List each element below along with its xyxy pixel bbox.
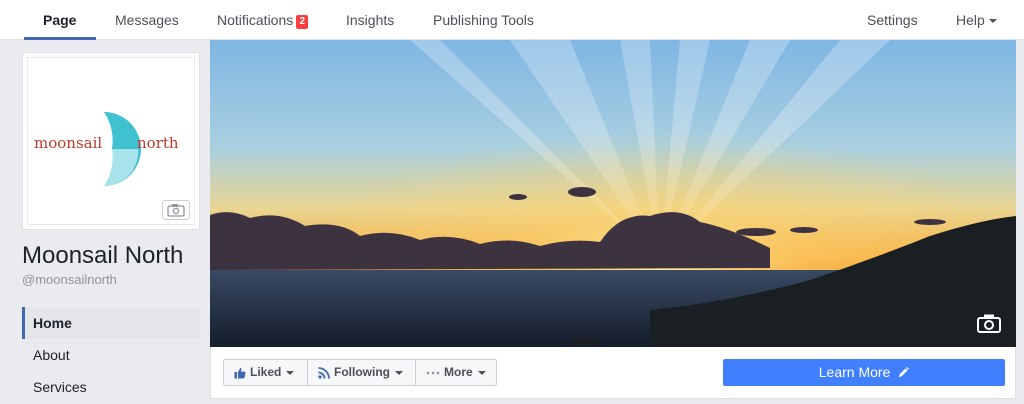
following-button[interactable]: Following xyxy=(308,360,416,385)
tab-page-label: Page xyxy=(43,12,77,28)
top-navigation: Page Messages Notifications 2 Insights Pu… xyxy=(0,0,1024,40)
liked-label: Liked xyxy=(250,365,282,379)
tab-insights-label: Insights xyxy=(346,12,395,28)
more-label: More xyxy=(444,365,473,379)
learn-more-button[interactable]: Learn More xyxy=(723,359,1005,386)
tab-publishing-tools[interactable]: Publishing Tools xyxy=(433,0,534,40)
sidebar-item-services[interactable]: Services xyxy=(22,371,200,403)
tab-notifications-label: Notifications xyxy=(217,12,294,28)
tab-messages[interactable]: Messages xyxy=(115,0,179,40)
camera-icon[interactable] xyxy=(162,200,190,220)
help-label: Help xyxy=(956,12,985,28)
learn-more-label: Learn More xyxy=(818,364,891,380)
sunset-cover-image xyxy=(210,40,1016,347)
pencil-icon[interactable] xyxy=(898,367,910,378)
tab-publishing-tools-label: Publishing Tools xyxy=(433,12,534,28)
ellipsis-icon xyxy=(426,371,440,374)
chevron-down-icon xyxy=(988,19,997,23)
logo-text-right: north xyxy=(137,134,179,152)
tab-notifications[interactable]: Notifications 2 xyxy=(217,0,309,40)
thumbs-up-icon xyxy=(234,367,246,378)
settings-label: Settings xyxy=(867,12,918,28)
rss-feed-icon xyxy=(318,366,330,379)
settings-link[interactable]: Settings xyxy=(867,0,918,40)
tab-page[interactable]: Page xyxy=(43,0,76,40)
sidebar-item-about[interactable]: About xyxy=(22,339,200,371)
logo-text-left: moonsail xyxy=(34,134,102,152)
sidebar-item-home[interactable]: Home xyxy=(22,307,200,339)
chevron-down-icon xyxy=(395,370,403,375)
notification-count-badge: 2 xyxy=(296,15,309,29)
page-sidebar: Home About Services xyxy=(22,307,200,403)
more-button[interactable]: More xyxy=(416,360,496,385)
tab-insights[interactable]: Insights xyxy=(346,0,394,40)
following-label: Following xyxy=(334,365,390,379)
cover-camera-icon[interactable] xyxy=(976,313,1002,333)
tab-messages-label: Messages xyxy=(115,12,179,28)
chevron-down-icon xyxy=(286,370,295,375)
cover-photo[interactable] xyxy=(210,40,1016,347)
active-tab-indicator xyxy=(24,37,96,40)
page-username[interactable]: @moonsailnorth xyxy=(22,272,117,287)
help-menu[interactable]: Help xyxy=(956,0,997,40)
profile-picture-frame: moonsail north xyxy=(27,57,195,225)
liked-button[interactable]: Liked xyxy=(224,360,308,385)
page-actions-group: Liked Following More xyxy=(223,359,497,386)
page-action-bar: Liked Following More Learn More xyxy=(210,347,1016,399)
chevron-down-icon xyxy=(477,370,486,375)
page-title: Moonsail North xyxy=(22,242,184,269)
profile-picture[interactable]: moonsail north xyxy=(22,52,200,230)
